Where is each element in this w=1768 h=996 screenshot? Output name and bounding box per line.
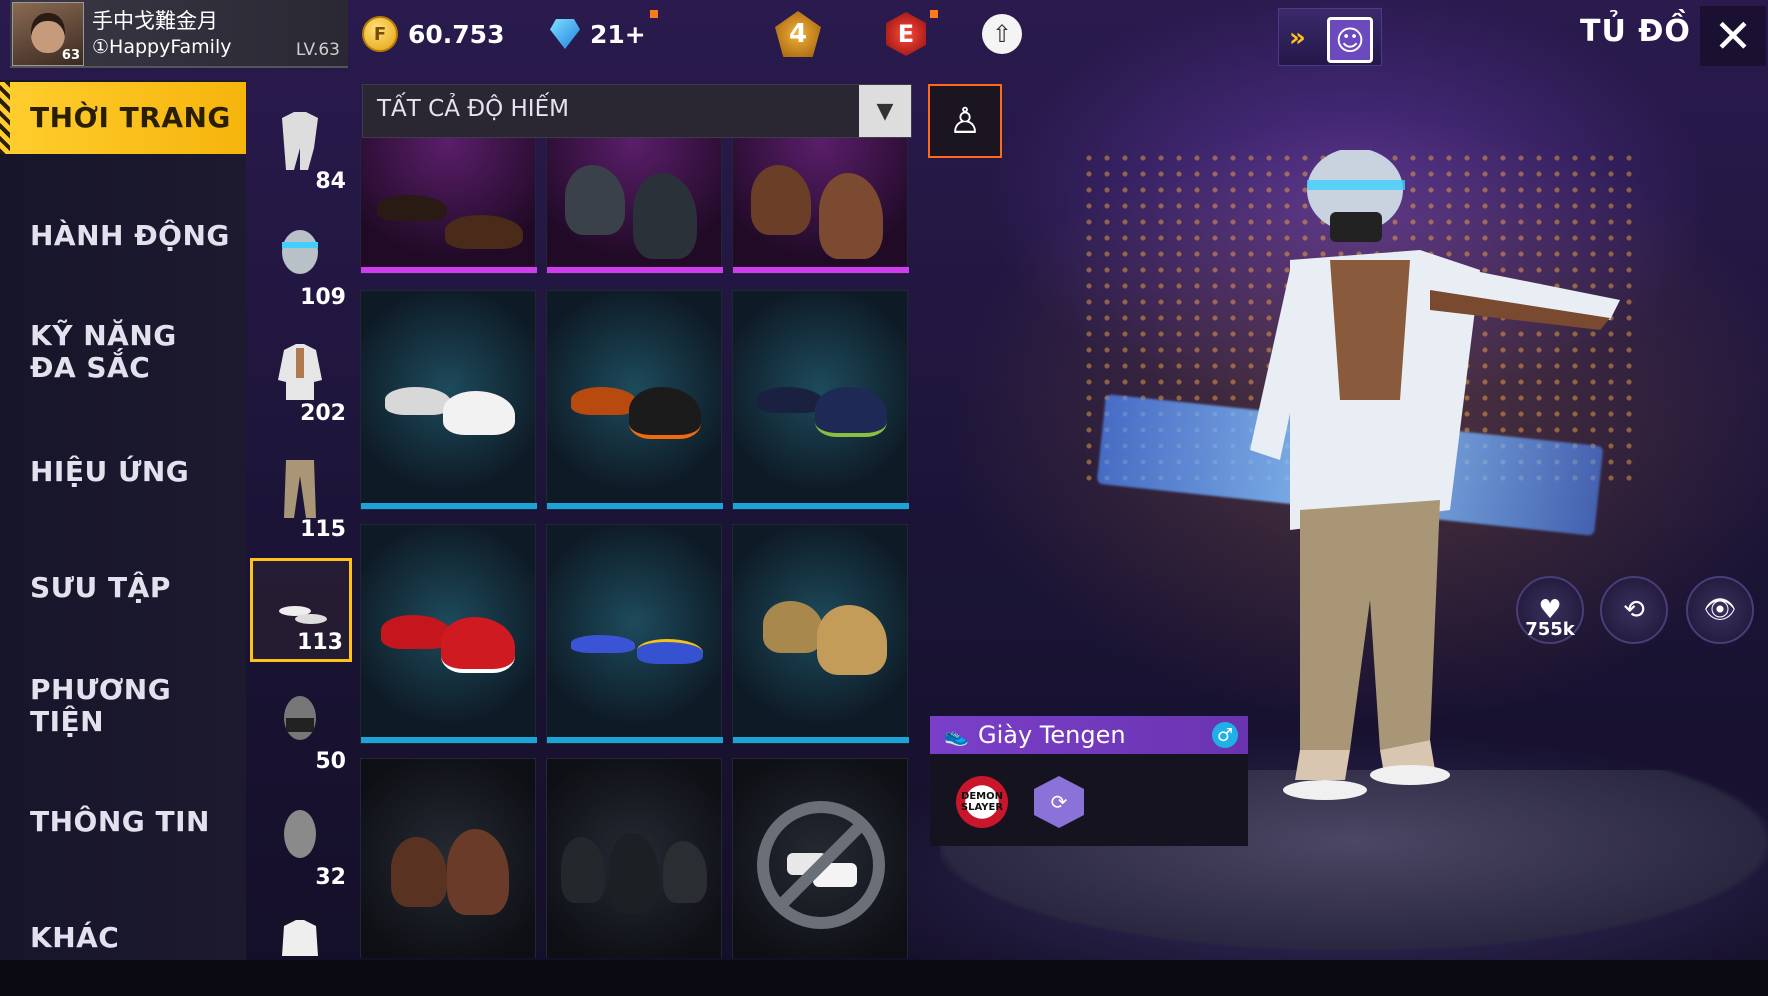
category-shoes[interactable]: 113 [250,558,352,662]
notification-dot [650,10,658,18]
menu-effects[interactable]: HIỆU ỨNG [0,436,246,508]
item-tile-brown-leather-shoes[interactable] [360,138,537,274]
player-level: LV.63 [295,40,340,60]
top-icon [278,344,322,400]
diamond-icon [550,19,580,49]
item-tags: DEMON SLAYER ⟳ [930,754,1248,846]
item-tile-brown-cowboy-boots[interactable] [732,138,909,274]
like-count: 755k [1525,619,1575,640]
male-icon: ♂ [1212,722,1238,748]
player-guild: ①HappyFamily [92,36,232,58]
mask-icon [284,696,316,740]
category-column: 84 109 202 115 113 50 32 [250,80,356,960]
shoe-icon: 👟 [944,723,969,747]
elite-pass-icon: E [886,12,926,56]
item-tile-black-combat-boots[interactable] [546,758,722,958]
category-pants[interactable]: 115 [250,442,352,546]
rank-button[interactable]: 4 [772,10,824,58]
menu-fashion[interactable]: THỜI TRANG [0,82,246,154]
no-shoes-icon [757,801,885,929]
outfit-icon [282,112,318,170]
item-tile-grey-combat-boots[interactable] [546,138,723,274]
top-bar: 63 手中戈難金月 ①HappyFamily LV.63 F 60.753 21… [0,0,1768,72]
view-character-icon: 👁 [1703,595,1737,625]
category-count: 84 [315,169,346,194]
category-count: 113 [297,630,343,655]
double-chevron-icon: » [1289,23,1306,53]
menu-actions[interactable]: HÀNH ĐỘNG [0,200,246,272]
item-grid [360,138,910,958]
photo-mode-button[interactable]: » ☺ [1278,8,1382,66]
category-count: 202 [300,401,346,426]
character-model[interactable] [1180,150,1660,910]
selected-item-name: Giày Tengen [978,721,1126,749]
item-tile-orange-black-sneakers[interactable] [546,290,723,510]
item-tile-white-sneakers[interactable] [360,290,537,510]
menu-collection[interactable]: SƯU TẬP [0,552,246,624]
menu-vehicles[interactable]: PHƯƠNG TIỆN [0,670,246,742]
selected-item-banner[interactable]: 👟 Giày Tengen ♂ [930,716,1248,754]
rarity-filter-label: TẤT CẢ ĐỘ HIẾM [377,96,569,122]
gold-amount: 60.753 [408,19,505,49]
left-menu: THỜI TRANG HÀNH ĐỘNG KỸ NĂNG ĐA SẮC HIỆU… [0,80,246,960]
mannequin-button[interactable]: ♙ [928,84,1002,158]
demon-slayer-collab-icon[interactable]: DEMON SLAYER [956,776,1008,828]
player-avatar[interactable]: 63 [12,2,84,66]
like-button[interactable]: ♥ 755k [1516,576,1584,644]
menu-info[interactable]: THÔNG TIN [0,786,246,858]
category-count: 32 [315,865,346,890]
menu-multicolor-skills[interactable]: KỸ NĂNG ĐA SẮC [0,316,210,388]
elite-pass-button[interactable]: E [880,10,932,58]
notification-dot [930,10,938,18]
category-headgear[interactable]: 109 [250,210,352,314]
rotate-icon: ⟲ [1623,595,1645,625]
item-tile-blue-flip-flops[interactable] [546,524,723,744]
category-count: 109 [300,285,346,310]
player-name: 手中戈難金月 [92,9,218,33]
collection-hex-icon[interactable]: ⟳ [1034,776,1084,828]
category-count: 115 [300,517,346,542]
category-outfit[interactable]: 84 [250,94,352,198]
item-tile-red-black-sneakers[interactable] [360,524,537,744]
category-top[interactable]: 202 [250,326,352,430]
avatar-level: 63 [61,48,80,63]
rank-badge-icon: 4 [775,11,821,57]
face-icon [284,810,316,858]
item-tile-no-shoes[interactable] [732,758,908,958]
player-profile[interactable]: 63 手中戈難金月 ①HappyFamily LV.63 [10,0,348,68]
close-icon: ✕ [1713,9,1753,63]
rotate-button[interactable]: ⟲ [1600,576,1668,644]
category-face[interactable]: 32 [250,790,352,894]
category-jacket[interactable] [250,902,352,960]
cloud-upload-icon: ⇧ [982,14,1022,54]
item-tile-navy-runners[interactable] [732,290,909,510]
gold-counter[interactable]: F 60.753 [362,14,504,54]
headgear-icon [282,230,318,274]
diamond-amount: 21+ [590,19,646,49]
view-character-button[interactable]: 👁 [1686,576,1754,644]
pants-icon [284,460,316,518]
diamond-counter[interactable]: 21+ [550,14,646,54]
category-mask[interactable]: 50 [250,674,352,778]
rarity-filter-dropdown[interactable]: TẤT CẢ ĐỘ HIẾM ▼ [362,84,912,138]
item-tile-tan-high-tops[interactable] [732,524,909,744]
gold-coin-icon: F [362,16,398,52]
page-title: TỦ ĐỒ [1580,14,1691,49]
photo-mode-icon: ☺ [1327,17,1373,63]
mannequin-icon: ♙ [948,100,982,142]
category-count: 50 [315,749,346,774]
bottom-strip [0,960,1768,996]
close-button[interactable]: ✕ [1700,6,1766,66]
chevron-down-icon[interactable]: ▼ [859,85,911,137]
cloud-button[interactable]: ⇧ [976,10,1028,58]
item-tile-brown-lace-up-boots[interactable] [360,758,536,958]
